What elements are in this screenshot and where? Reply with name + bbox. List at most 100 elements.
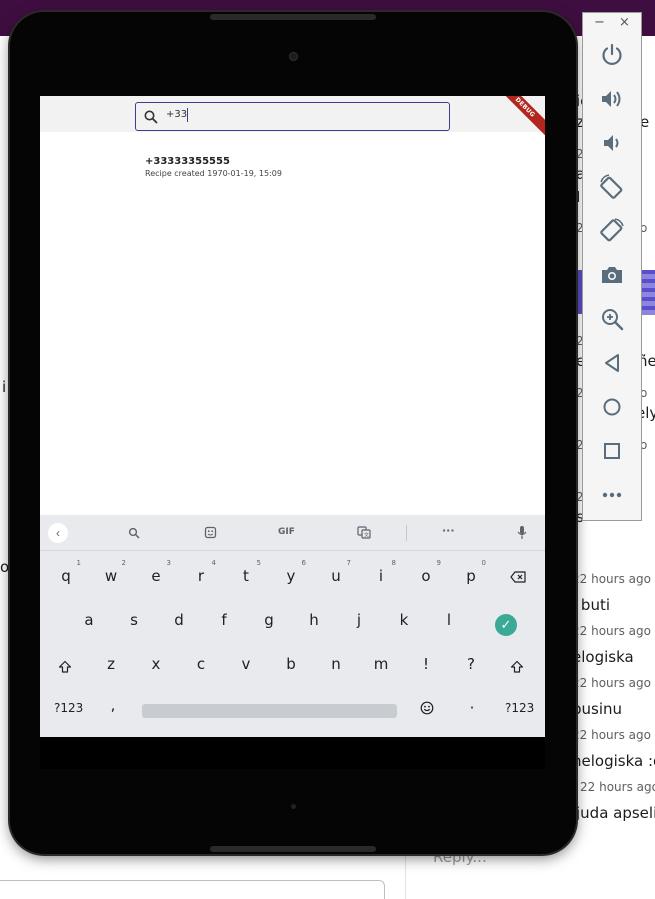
volume-down-icon[interactable] <box>598 129 626 157</box>
screen-letterbox <box>40 737 545 769</box>
device-screen[interactable]: +33 DEBUG +33333355555 Recipe created 19… <box>40 96 545 737</box>
zoom-icon[interactable] <box>598 305 626 333</box>
backspace-icon[interactable] <box>510 571 526 583</box>
emoji-icon[interactable] <box>420 701 434 715</box>
message-text: elogiska <box>572 648 634 666</box>
key-label: w <box>104 567 118 585</box>
key-hint: 5 <box>256 559 261 567</box>
key-s[interactable]: s <box>123 611 145 629</box>
back-icon[interactable] <box>598 349 626 377</box>
key-q[interactable]: q1 <box>55 559 81 585</box>
power-icon[interactable] <box>598 41 626 69</box>
microphone-icon[interactable] <box>517 525 527 540</box>
key-b[interactable]: b <box>280 655 302 673</box>
shift-left-icon[interactable] <box>58 660 72 674</box>
result-title: +33333355555 <box>145 156 230 167</box>
device-top-band <box>210 14 376 20</box>
text-caret <box>187 108 188 122</box>
more-options-button[interactable]: ··· <box>442 524 455 537</box>
key-m[interactable]: m <box>370 655 392 673</box>
camera-icon[interactable] <box>598 261 626 289</box>
key-question[interactable]: ? <box>460 655 482 673</box>
key-a[interactable]: a <box>78 611 100 629</box>
rotate-right-icon[interactable] <box>598 217 626 245</box>
keyboard-toolbar: ‹ GIF 文 ··· <box>40 515 545 551</box>
more-icon[interactable] <box>598 481 626 509</box>
key-x[interactable]: x <box>145 655 167 673</box>
key-g[interactable]: g <box>258 611 280 629</box>
background-message: 22 hours ago juda apselis <box>576 780 655 822</box>
period-key[interactable]: · <box>461 699 483 717</box>
key-t[interactable]: t5 <box>235 559 261 585</box>
key-f[interactable]: f <box>213 611 235 629</box>
translate-icon[interactable]: 文 <box>357 526 371 539</box>
key-hint: 1 <box>76 559 81 567</box>
key-hint: 6 <box>301 559 306 567</box>
key-label: q <box>61 567 71 585</box>
close-button[interactable]: × <box>619 15 630 30</box>
chevron-left-icon[interactable]: ‹ <box>48 523 68 543</box>
key-label: r <box>197 567 205 585</box>
keyboard-search-icon[interactable] <box>128 527 140 539</box>
on-screen-keyboard: ‹ GIF 文 ··· q 1 w 2 e 3 r 4 t 5 y 6 u 7 … <box>40 515 545 737</box>
message-time: 22 hours ago <box>572 728 651 742</box>
message-text: nelogiska :d <box>572 752 655 770</box>
key-l[interactable]: l <box>438 611 460 629</box>
key-r[interactable]: r4 <box>190 559 216 585</box>
key-hint: 0 <box>481 559 486 567</box>
rotate-left-icon[interactable] <box>598 173 626 201</box>
list-item[interactable]: +33333355555 Recipe created 1970-01-19, … <box>145 156 282 178</box>
key-p[interactable]: p0 <box>460 559 486 585</box>
key-h[interactable]: h <box>303 611 325 629</box>
background-message: 22 hours ago elogiska <box>572 624 651 666</box>
key-z[interactable]: z <box>100 655 122 673</box>
key-u[interactable]: u7 <box>325 559 351 585</box>
gif-button[interactable]: GIF <box>278 527 295 537</box>
volume-up-icon[interactable] <box>598 85 626 113</box>
key-e[interactable]: e3 <box>145 559 171 585</box>
background-message: 22 hours ago i buti <box>572 572 651 614</box>
key-d[interactable]: d <box>168 611 190 629</box>
key-label: i <box>378 567 384 585</box>
key-hint: 9 <box>436 559 441 567</box>
overview-icon[interactable] <box>598 437 626 465</box>
background-left-fragment: i <box>2 378 7 396</box>
enter-checkmark-icon[interactable]: ✓ <box>495 614 517 636</box>
key-v[interactable]: v <box>235 655 257 673</box>
search-input-value[interactable]: +33 <box>166 109 187 120</box>
device-bottom-band <box>210 846 376 852</box>
sticker-icon[interactable] <box>204 526 217 539</box>
key-y[interactable]: y6 <box>280 559 306 585</box>
key-exclamation[interactable]: ! <box>415 655 437 673</box>
key-label: p <box>466 567 476 585</box>
key-hint: 4 <box>211 559 216 567</box>
message-text: juda apselis <box>576 804 655 822</box>
key-o[interactable]: o9 <box>415 559 441 585</box>
spacebar[interactable] <box>142 704 397 718</box>
key-w[interactable]: w2 <box>100 559 126 585</box>
key-hint: 2 <box>121 559 126 567</box>
background-right-fragment: I <box>576 188 581 206</box>
key-k[interactable]: k <box>393 611 415 629</box>
key-n[interactable]: n <box>325 655 347 673</box>
key-i[interactable]: i8 <box>370 559 396 585</box>
key-c[interactable]: c <box>190 655 212 673</box>
shift-right-icon[interactable] <box>510 660 524 674</box>
background-left-fragment: o <box>0 558 10 576</box>
message-text: pusinu <box>572 700 623 718</box>
key-j[interactable]: j <box>348 611 370 629</box>
debug-banner: DEBUG <box>492 96 545 140</box>
symbols-key-right[interactable]: ?123 <box>505 701 534 715</box>
symbols-key-left[interactable]: ?123 <box>54 701 83 715</box>
key-label: o <box>421 567 431 585</box>
message-time: 22 hours ago <box>572 624 651 638</box>
key-label: t <box>243 567 249 585</box>
emulator-toolbar: − × <box>582 12 642 521</box>
app-bar: +33 DEBUG <box>40 96 545 140</box>
comma-key[interactable]: , <box>102 696 124 714</box>
minimize-button[interactable]: − <box>594 15 605 30</box>
message-time: 22 hours ago <box>572 572 651 586</box>
search-field[interactable]: +33 <box>135 102 450 131</box>
home-icon[interactable] <box>598 393 626 421</box>
message-composer[interactable] <box>0 880 385 899</box>
